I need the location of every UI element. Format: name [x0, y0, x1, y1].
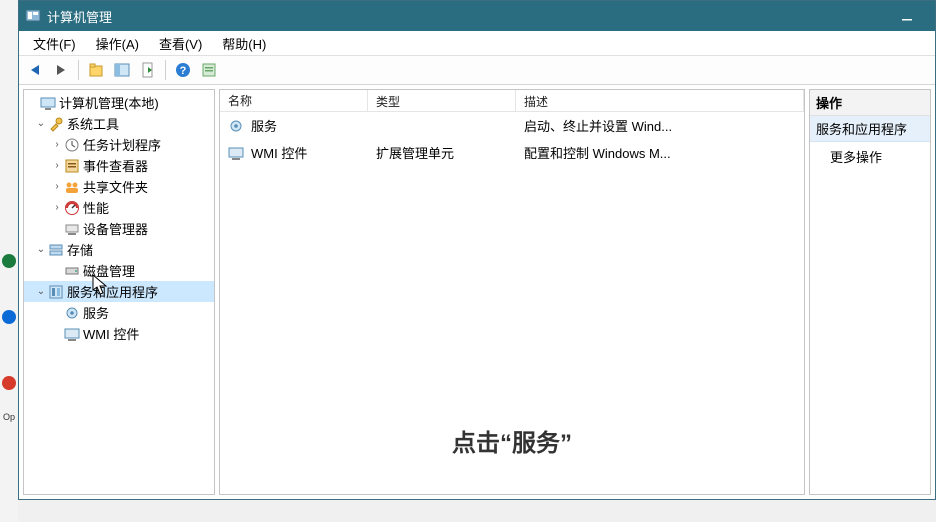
actions-more[interactable]: 更多操作	[810, 142, 930, 171]
computer-icon	[40, 95, 56, 111]
menu-action[interactable]: 操作(A)	[86, 32, 149, 55]
back-button[interactable]	[23, 58, 47, 82]
cell-desc: 启动、终止并设置 Wind...	[516, 114, 804, 137]
tree-system-tools[interactable]: ⌄ 系统工具	[24, 113, 214, 134]
tree-label: WMI 控件	[83, 324, 139, 343]
tree-performance[interactable]: › 性能	[24, 197, 214, 218]
list-row-wmi[interactable]: WMI 控件 扩展管理单元 配置和控制 Windows M...	[220, 139, 804, 166]
tree-label: 事件查看器	[83, 156, 148, 175]
show-hide-tree-button[interactable]	[110, 58, 134, 82]
tree-label: 系统工具	[67, 114, 119, 133]
storage-icon	[48, 242, 64, 258]
tree-label: 性能	[83, 198, 109, 217]
cell-name: WMI 控件	[251, 143, 307, 162]
list-header: 名称 类型 描述	[220, 90, 804, 112]
list-pane: 名称 类型 描述 服务 启动、终止并设置 Wind... WMI 控件 扩展管理…	[219, 89, 805, 495]
tree-label: 任务计划程序	[83, 135, 161, 154]
tree-task-scheduler[interactable]: › 任务计划程序	[24, 134, 214, 155]
expand-icon[interactable]: ›	[50, 181, 64, 192]
expand-icon[interactable]: ›	[50, 160, 64, 171]
tree-root[interactable]: 计算机管理(本地)	[24, 92, 214, 113]
collapse-icon[interactable]: ⌄	[34, 118, 48, 129]
tree-label: 服务和应用程序	[67, 282, 158, 301]
list-row-services[interactable]: 服务 启动、终止并设置 Wind...	[220, 112, 804, 139]
cell-type	[368, 114, 516, 137]
expand-icon[interactable]: ›	[50, 139, 64, 150]
window: 计算机管理 文件(F) 操作(A) 查看(V) 帮助(H) ?	[18, 0, 936, 500]
arrow-left-icon	[31, 65, 39, 75]
properties-button[interactable]	[197, 58, 221, 82]
collapse-icon[interactable]: ⌄	[34, 244, 48, 255]
clock-icon	[64, 137, 80, 153]
gear-icon	[64, 305, 80, 321]
cell-desc: 配置和控制 Windows M...	[516, 141, 804, 164]
menu-file[interactable]: 文件(F)	[23, 32, 86, 55]
actions-header: 操作	[810, 90, 930, 116]
export-button[interactable]	[136, 58, 160, 82]
perf-icon	[64, 200, 80, 216]
window-title: 计算机管理	[47, 7, 885, 26]
menu-help[interactable]: 帮助(H)	[212, 32, 276, 55]
column-name[interactable]: 名称	[220, 90, 368, 111]
disk-icon	[64, 263, 80, 279]
services-apps-icon	[48, 284, 64, 300]
instruction-caption: 点击“服务”	[452, 423, 572, 458]
tree-device-manager[interactable]: 设备管理器	[24, 218, 214, 239]
tree-shared-folders[interactable]: › 共享文件夹	[24, 176, 214, 197]
tree-services-apps[interactable]: ⌄ 服务和应用程序	[24, 281, 214, 302]
tree-label: 磁盘管理	[83, 261, 135, 280]
tree-label: 设备管理器	[83, 219, 148, 238]
tree-services[interactable]: 服务	[24, 302, 214, 323]
left-edge-strip: Op	[0, 0, 18, 522]
device-icon	[64, 221, 80, 237]
shared-icon	[64, 179, 80, 195]
actions-section[interactable]: 服务和应用程序	[810, 116, 930, 142]
tree-label: 计算机管理(本地)	[59, 93, 159, 112]
toolbar-separator	[78, 60, 79, 80]
tree-storage[interactable]: ⌄ 存储	[24, 239, 214, 260]
tree-label: 服务	[83, 303, 109, 322]
column-desc[interactable]: 描述	[516, 90, 804, 111]
arrow-right-icon	[57, 65, 65, 75]
collapse-icon[interactable]: ⌄	[34, 286, 48, 297]
wmi-icon	[64, 326, 80, 342]
minimize-button[interactable]	[885, 1, 929, 31]
cell-type: 扩展管理单元	[368, 141, 516, 164]
main-area: 计算机管理(本地) ⌄ 系统工具 › 任务计划程序 › 事件查看器 › 共享文件	[19, 85, 935, 499]
toolbar-separator	[165, 60, 166, 80]
up-button[interactable]	[84, 58, 108, 82]
menubar: 文件(F) 操作(A) 查看(V) 帮助(H)	[19, 31, 935, 55]
tree-event-viewer[interactable]: › 事件查看器	[24, 155, 214, 176]
gear-icon	[228, 118, 244, 134]
event-icon	[64, 158, 80, 174]
tree-label: 存储	[67, 240, 93, 259]
expand-icon[interactable]: ›	[50, 202, 64, 213]
svg-text:?: ?	[180, 65, 187, 77]
actions-pane: 操作 服务和应用程序 更多操作	[809, 89, 931, 495]
titlebar: 计算机管理	[19, 1, 935, 31]
tree-disk-management[interactable]: 磁盘管理	[24, 260, 214, 281]
column-type[interactable]: 类型	[368, 90, 516, 111]
tools-icon	[48, 116, 64, 132]
tree-label: 共享文件夹	[83, 177, 148, 196]
menu-view[interactable]: 查看(V)	[149, 32, 212, 55]
wmi-icon	[228, 145, 244, 161]
cell-name: 服务	[251, 116, 277, 135]
forward-button[interactable]	[49, 58, 73, 82]
app-icon	[25, 8, 41, 24]
tree-pane: 计算机管理(本地) ⌄ 系统工具 › 任务计划程序 › 事件查看器 › 共享文件	[23, 89, 215, 495]
toolbar: ?	[19, 55, 935, 85]
help-button[interactable]: ?	[171, 58, 195, 82]
tree-wmi[interactable]: WMI 控件	[24, 323, 214, 344]
